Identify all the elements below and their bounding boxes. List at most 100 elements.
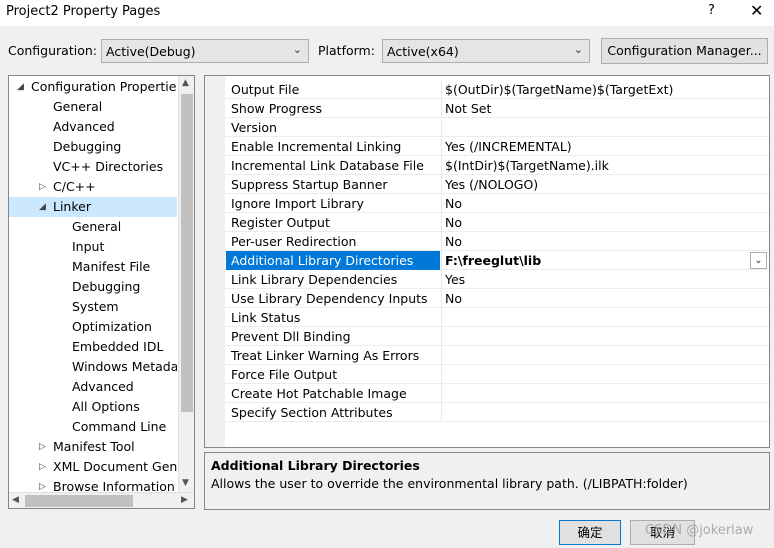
chevron-down-icon: ⌄ [292, 43, 302, 56]
ok-button[interactable]: 确定 [559, 520, 621, 545]
collapse-arrow-icon[interactable]: ◢ [39, 197, 46, 217]
help-button[interactable]: ? [708, 3, 715, 18]
platform-dropdown[interactable]: Active(x64) ⌄ [382, 39, 590, 63]
window-title: Project2 Property Pages [6, 4, 161, 19]
tree-item[interactable]: Manifest File [9, 257, 177, 277]
property-value: No [445, 234, 462, 249]
property-row[interactable]: Show Progress Not Set [225, 99, 769, 118]
property-name: Additional Library Directories [231, 253, 414, 268]
expand-arrow-icon[interactable]: ▷ [39, 177, 46, 197]
scroll-down-icon[interactable]: ▼ [182, 478, 189, 488]
description-text: Allows the user to override the environm… [211, 476, 688, 491]
configuration-manager-button[interactable]: Configuration Manager... [601, 38, 768, 64]
tree-item-label: Command Line [72, 419, 167, 434]
property-name: Incremental Link Database File [231, 158, 424, 173]
property-name: Link Status [231, 310, 301, 325]
property-value: Yes [445, 272, 466, 287]
tree-item[interactable]: Windows Metada [9, 357, 177, 377]
tree-item[interactable]: Advanced [9, 117, 177, 137]
tree-item-label: Linker [53, 199, 91, 214]
tree-item[interactable]: General [9, 97, 177, 117]
platform-label: Platform: [318, 43, 375, 58]
tree-item[interactable]: General [9, 217, 177, 237]
tree-item[interactable]: Command Line [9, 417, 177, 437]
property-row[interactable]: Incremental Link Database File $(IntDir)$… [225, 156, 769, 175]
tree-item-label: Input [72, 239, 105, 254]
property-name: Version [231, 120, 277, 135]
description-title: Additional Library Directories [211, 458, 420, 473]
property-row[interactable]: Link Library Dependencies Yes [225, 270, 769, 289]
tree-item[interactable]: Debugging [9, 137, 177, 157]
tree-item[interactable]: ▷ Manifest Tool [9, 437, 177, 457]
close-button[interactable]: ✕ [750, 1, 763, 20]
property-row[interactable]: Enable Incremental Linking Yes (/INCREMEN… [225, 137, 769, 156]
property-row[interactable]: Register Output No [225, 213, 769, 232]
tree-item[interactable]: Advanced [9, 377, 177, 397]
chevron-down-icon[interactable]: ⌄ [750, 252, 767, 269]
property-name: Treat Linker Warning As Errors [231, 348, 420, 363]
property-name: Specify Section Attributes [231, 405, 393, 420]
property-grid[interactable]: Output File $(OutDir)$(TargetName)$(Targe… [204, 75, 770, 448]
property-row[interactable]: Treat Linker Warning As Errors [225, 346, 769, 365]
tree-item[interactable]: Debugging [9, 277, 177, 297]
scroll-up-icon[interactable]: ▲ [182, 78, 189, 88]
property-row[interactable]: Specify Section Attributes [225, 403, 769, 422]
tree-item-label: C/C++ [53, 179, 96, 194]
watermark: CSDN @jokerlaw [645, 523, 754, 538]
tree-item[interactable]: ◢ Linker [9, 197, 177, 217]
property-name: Per-user Redirection [231, 234, 357, 249]
property-value: Yes (/INCREMENTAL) [445, 139, 572, 154]
property-row[interactable]: Version [225, 118, 769, 137]
property-row[interactable]: Force File Output [225, 365, 769, 384]
tree-item-label: All Options [72, 399, 140, 414]
scrollbar-thumb[interactable] [181, 94, 193, 412]
scrollbar-thumb[interactable] [25, 495, 133, 507]
tree-item[interactable]: VC++ Directories [9, 157, 177, 177]
property-name: Link Library Dependencies [231, 272, 398, 287]
tree-item-label: Advanced [53, 119, 115, 134]
tree-item-label: Windows Metada [72, 359, 177, 374]
property-row[interactable]: Use Library Dependency Inputs No [225, 289, 769, 308]
property-row[interactable]: Link Status [225, 308, 769, 327]
tree-item[interactable]: Input [9, 237, 177, 257]
scroll-right-icon[interactable]: ▶ [181, 495, 188, 505]
property-name: Suppress Startup Banner [231, 177, 388, 192]
property-row[interactable]: Suppress Startup Banner Yes (/NOLOGO) [225, 175, 769, 194]
tree-item[interactable]: ▷ XML Document Gene [9, 457, 177, 477]
property-row[interactable]: Output File $(OutDir)$(TargetName)$(Targe… [225, 80, 769, 99]
tree-item-label: General [53, 99, 103, 114]
tree-item[interactable]: ▷ C/C++ [9, 177, 177, 197]
property-value[interactable]: F:\freeglut\lib [445, 253, 541, 268]
property-row[interactable]: Ignore Import Library No [225, 194, 769, 213]
property-row[interactable]: Prevent Dll Binding [225, 327, 769, 346]
scroll-left-icon[interactable]: ◀ [12, 495, 19, 505]
property-value: $(OutDir)$(TargetName)$(TargetExt) [445, 82, 674, 97]
property-name: Prevent Dll Binding [231, 329, 351, 344]
property-value: Not Set [445, 101, 492, 116]
tree-item[interactable]: System [9, 297, 177, 317]
tree-item[interactable]: Embedded IDL [9, 337, 177, 357]
tree-horizontal-scrollbar[interactable]: ◀ ▶ [9, 492, 194, 508]
property-row[interactable]: Create Hot Patchable Image [225, 384, 769, 403]
configuration-dropdown[interactable]: Active(Debug) ⌄ [101, 39, 309, 63]
property-value: Yes (/NOLOGO) [445, 177, 539, 192]
tree-item-label: Manifest File [72, 259, 151, 274]
tree-item-label: System [72, 299, 119, 314]
configuration-label: Configuration: [8, 43, 97, 58]
tree-item-label: XML Document Gene [53, 459, 177, 474]
tree-item[interactable]: Optimization [9, 317, 177, 337]
property-name: Enable Incremental Linking [231, 139, 402, 154]
property-row[interactable]: Additional Library Directories F:\freeglu… [225, 251, 769, 270]
collapse-arrow-icon[interactable]: ◢ [17, 77, 24, 97]
property-row[interactable]: Per-user Redirection No [225, 232, 769, 251]
property-tree[interactable]: ◢ Configuration Properties General Advanced… [8, 75, 195, 509]
property-name: Register Output [231, 215, 330, 230]
expand-arrow-icon[interactable]: ▷ [39, 457, 46, 477]
property-name: Create Hot Patchable Image [231, 386, 407, 401]
tree-vertical-scrollbar[interactable]: ▲ ▼ [178, 76, 194, 492]
expand-arrow-icon[interactable]: ▷ [39, 437, 46, 457]
tree-item-label: Debugging [53, 139, 122, 154]
configuration-value: Active(Debug) [106, 44, 196, 59]
tree-item[interactable]: ◢ Configuration Properties [9, 77, 177, 97]
tree-item[interactable]: All Options [9, 397, 177, 417]
